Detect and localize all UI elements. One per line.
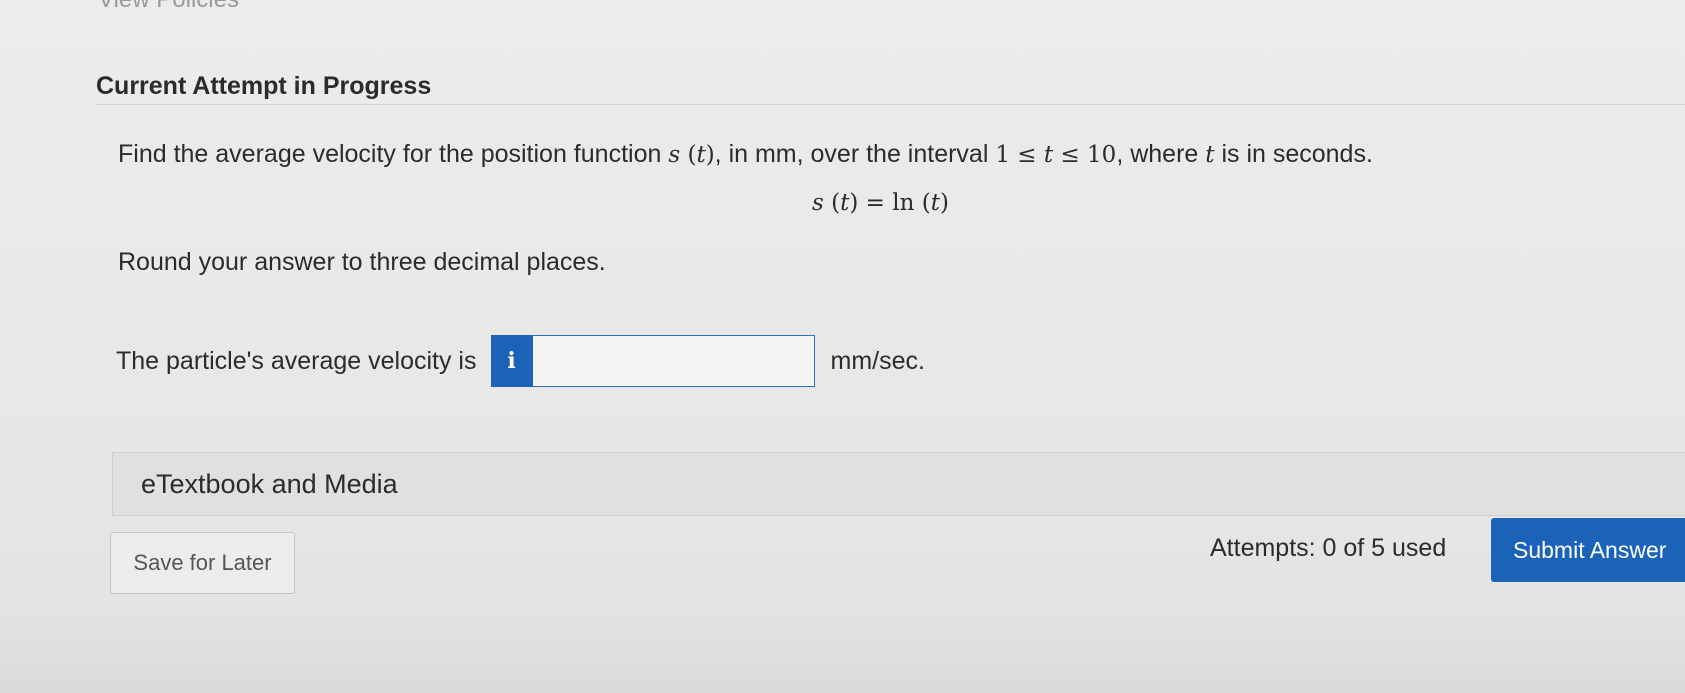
position-formula: s (t) = ln (t) xyxy=(812,190,949,216)
info-icon[interactable]: i xyxy=(490,335,533,387)
title-divider xyxy=(96,104,1685,105)
question-text-part: Find the average velocity for the positi… xyxy=(118,140,669,168)
question-text-part: is in seconds. xyxy=(1214,140,1373,168)
formula-rhs-fn: ln xyxy=(892,190,915,216)
rounding-instruction: Round your answer to three decimal place… xyxy=(118,248,606,276)
answer-label: The particle's average velocity is xyxy=(116,346,477,375)
section-title: Current Attempt in Progress xyxy=(96,72,432,100)
etextbook-media-panel[interactable]: eTextbook and Media xyxy=(112,452,1685,516)
question-page: View Policies Current Attempt in Progres… xyxy=(0,0,1685,693)
formula-lhs-var: t xyxy=(840,190,850,216)
question-text-part: , in mm, over the interval xyxy=(714,140,996,168)
interval-var: t xyxy=(1043,142,1054,168)
math-fn: s (t) xyxy=(668,142,715,168)
where-var: t xyxy=(1205,142,1215,168)
page-footer-area xyxy=(0,610,1685,693)
math-fn-name: s xyxy=(668,142,681,168)
interval-low: 1 xyxy=(995,142,1010,168)
answer-input[interactable] xyxy=(532,335,815,387)
answer-row: The particle's average velocity is i mm/… xyxy=(116,335,925,387)
interval-high: 10 xyxy=(1087,142,1117,168)
formula-lhs-fn: s xyxy=(812,190,824,216)
save-for-later-button[interactable]: Save for Later xyxy=(110,532,295,594)
formula-rhs-var: t xyxy=(930,190,940,216)
etextbook-media-label: eTextbook and Media xyxy=(141,468,398,499)
question-text: Find the average velocity for the positi… xyxy=(118,140,1373,169)
info-icon-glyph: i xyxy=(507,348,516,374)
math-fn-var: t xyxy=(696,142,706,168)
view-policies-link[interactable]: View Policies xyxy=(98,0,239,14)
unit-label: mm/sec. xyxy=(830,346,925,375)
question-text-part: , where xyxy=(1116,140,1206,168)
attempts-counter: Attempts: 0 of 5 used xyxy=(1210,534,1447,562)
math-interval: 1 ≤ t ≤ 10 xyxy=(995,142,1117,168)
submit-answer-button[interactable]: Submit Answer xyxy=(1491,518,1685,582)
